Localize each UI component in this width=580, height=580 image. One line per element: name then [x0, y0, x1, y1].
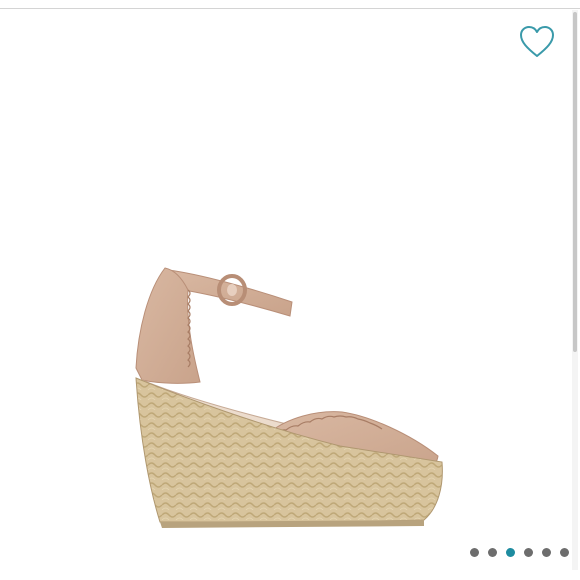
gallery-dot-2[interactable] — [488, 547, 497, 557]
gallery-dot-5[interactable] — [542, 547, 551, 557]
gallery-dot-1[interactable] — [470, 547, 479, 557]
heart-icon — [518, 26, 556, 63]
favorite-button[interactable] — [518, 24, 556, 60]
product-image[interactable] — [120, 250, 460, 530]
scrollbar-thumb[interactable] — [573, 12, 577, 352]
gallery-dot-4[interactable] — [524, 547, 533, 557]
sandal-illustration — [135, 267, 443, 528]
image-pagination — [470, 545, 569, 559]
top-divider — [0, 8, 580, 9]
gallery-dot-6[interactable] — [560, 547, 569, 557]
gallery-dot-3-active[interactable] — [506, 547, 515, 557]
